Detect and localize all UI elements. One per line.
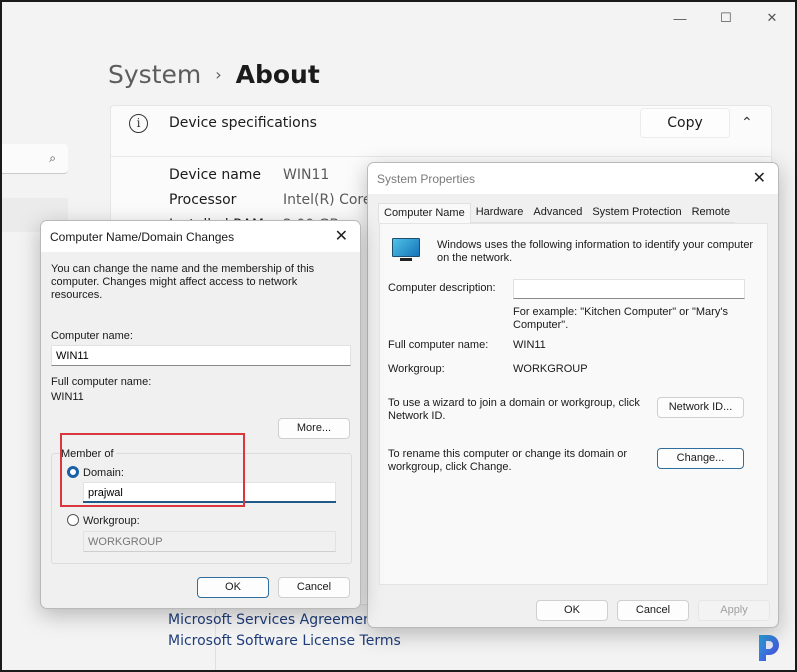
tab-system-protection[interactable]: System Protection — [587, 203, 687, 223]
cancel-button[interactable]: Cancel — [278, 577, 350, 598]
spec-value: WIN11 — [283, 167, 330, 183]
workgroup-input[interactable] — [83, 531, 336, 552]
computer-description-input[interactable] — [513, 279, 745, 299]
page-title: About — [235, 60, 320, 89]
workgroup-radio[interactable] — [67, 514, 79, 526]
computer-name-domain-changes-dialog: Computer Name/Domain Changes ✕ You can c… — [40, 220, 361, 609]
dialog-title: Computer Name/Domain Changes — [50, 230, 235, 244]
chevron-up-icon[interactable]: ⌃ — [741, 114, 753, 131]
change-text: To rename this computer or change its do… — [388, 448, 628, 473]
computer-name-input[interactable] — [51, 345, 351, 366]
copy-button[interactable]: Copy — [640, 108, 730, 138]
spec-label: Device name — [169, 167, 262, 183]
watermark-logo-icon — [759, 635, 779, 661]
spec-row: Processor Intel(R) Core(T — [169, 192, 386, 208]
example-text: For example: "Kitchen Computer" or "Mary… — [513, 306, 728, 331]
close-button[interactable]: ✕ — [749, 2, 795, 34]
full-computer-name-label: Full computer name: — [388, 339, 489, 351]
search-icon: ⌕ — [49, 151, 56, 165]
change-button[interactable]: Change... — [657, 448, 744, 469]
annotation-highlight-box — [60, 433, 245, 507]
spec-row: Device name WIN11 — [169, 167, 329, 183]
full-computer-name-value: WIN11 — [513, 339, 546, 351]
tab-bar: Computer Name Hardware Advanced System P… — [378, 203, 736, 223]
tab-remote[interactable]: Remote — [686, 203, 736, 223]
intro-text: You can change the name and the membersh… — [51, 263, 315, 301]
network-id-text: To use a wizard to join a domain or work… — [388, 397, 640, 422]
dialog-titlebar[interactable]: Computer Name/Domain Changes ✕ — [41, 221, 360, 252]
close-icon[interactable]: ✕ — [753, 168, 766, 188]
info-icon: i — [129, 114, 148, 133]
chevron-right-icon: › — [215, 65, 222, 84]
license-terms-link[interactable]: Microsoft Software License Terms — [168, 633, 401, 649]
close-icon[interactable]: ✕ — [335, 226, 348, 246]
full-computer-name-label: Full computer name: — [51, 376, 152, 388]
dialog-titlebar[interactable]: System Properties ✕ — [368, 163, 778, 194]
spec-label: Processor — [169, 192, 237, 208]
maximize-button[interactable]: ☐ — [703, 2, 749, 34]
computer-monitor-icon — [392, 238, 420, 262]
apply-button[interactable]: Apply — [698, 600, 770, 621]
workgroup-label: Workgroup: — [83, 515, 140, 527]
intro-text: Windows uses the following information t… — [437, 239, 754, 264]
tab-computer-name[interactable]: Computer Name — [378, 203, 471, 223]
computer-description-label: Computer description: — [388, 282, 496, 294]
workgroup-value: WORKGROUP — [513, 363, 588, 375]
breadcrumb: System › About — [108, 60, 320, 89]
ok-button[interactable]: OK — [197, 577, 269, 598]
cancel-button[interactable]: Cancel — [617, 600, 689, 621]
minimize-button[interactable]: — — [657, 2, 703, 34]
device-specifications-header[interactable]: i Device specifications Copy ⌃ — [111, 106, 771, 157]
device-specifications-title: Device specifications — [169, 115, 317, 131]
breadcrumb-system[interactable]: System — [108, 60, 201, 89]
more-button[interactable]: More... — [278, 418, 350, 439]
settings-search-input[interactable]: ⌕ — [2, 144, 68, 174]
full-computer-name-value: WIN11 — [51, 391, 84, 403]
dialog-title: System Properties — [377, 172, 476, 186]
tab-advanced[interactable]: Advanced — [528, 203, 588, 223]
services-agreement-link[interactable]: Microsoft Services Agreement — [168, 612, 377, 628]
workgroup-label: Workgroup: — [388, 363, 445, 375]
computer-name-label: Computer name: — [51, 330, 133, 342]
window-controls: — ☐ ✕ — [657, 2, 795, 34]
computer-name-panel: Windows uses the following information t… — [379, 223, 768, 585]
ok-button[interactable]: OK — [536, 600, 608, 621]
network-id-button[interactable]: Network ID... — [657, 397, 744, 418]
tab-hardware[interactable]: Hardware — [470, 203, 529, 223]
system-properties-dialog: System Properties ✕ Computer Name Hardwa… — [367, 162, 779, 628]
